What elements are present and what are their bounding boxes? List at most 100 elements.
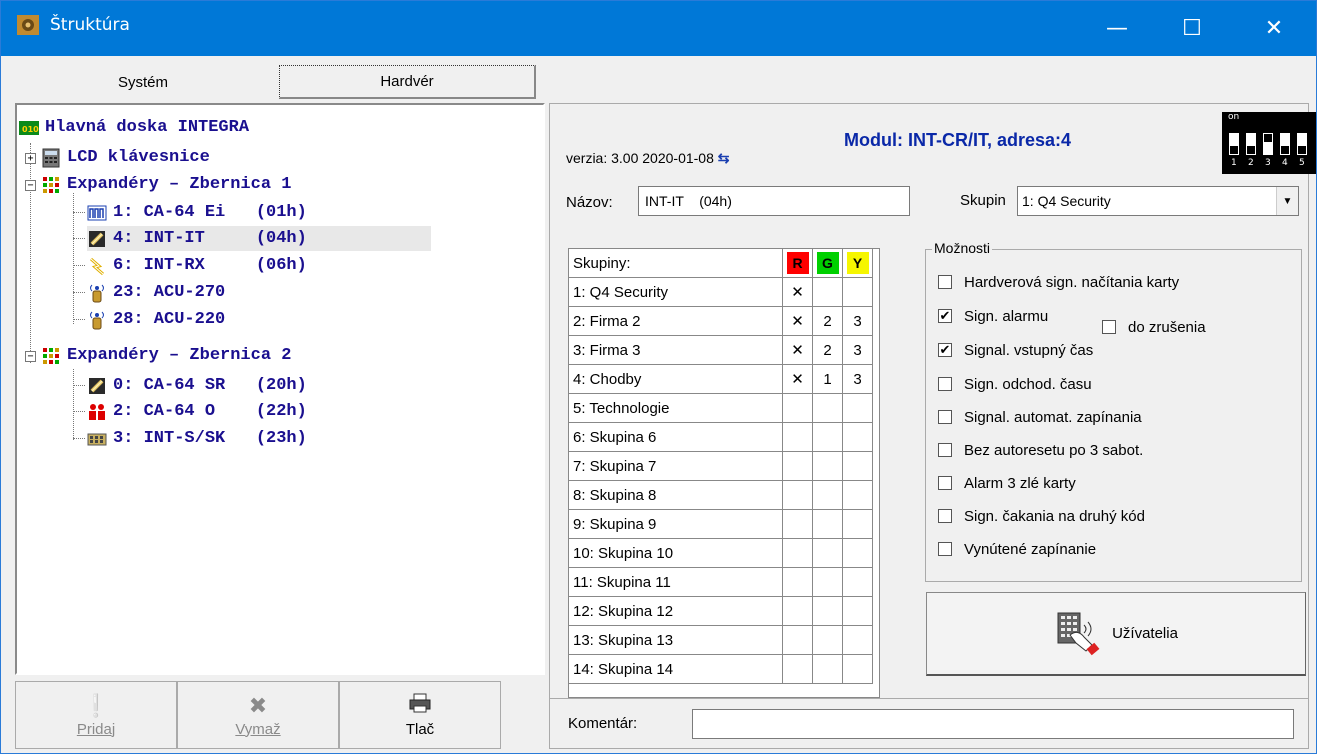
table-row[interactable]: 12: Skupina 12 [569,597,879,626]
table-row[interactable]: 5: Technologie [569,394,879,423]
group-name-cell[interactable]: 13: Skupina 13 [569,626,783,655]
y-cell[interactable] [843,423,873,452]
r-cell[interactable] [783,452,813,481]
y-cell[interactable] [843,626,873,655]
option-checkbox[interactable]: Sign. čakania na druhý kód [938,504,1145,528]
option-checkbox[interactable]: Bez autoresetu po 3 sabot. [938,438,1143,462]
expand-toggle-lcd[interactable]: + [25,153,36,164]
tree-item-acu-220[interactable]: 28: ACU-220 [87,307,225,332]
close-button[interactable]: ✕ [1245,1,1303,56]
g-cell[interactable] [813,278,843,307]
users-button[interactable]: Užívatelia [926,592,1306,676]
tree-item-ca64-ei[interactable]: 1: CA-64 Ei (01h) [87,200,307,225]
checkbox-box[interactable] [938,443,952,457]
option-checkbox[interactable]: Hardverová sign. načítania karty [938,270,1179,294]
g-cell[interactable] [813,568,843,597]
tree-item-ca64-sr[interactable]: 0: CA-64 SR (20h) [87,373,307,398]
option-checkbox[interactable]: ✔ Signal. vstupný čas [938,338,1093,362]
tree-item-int-s-sk[interactable]: 3: INT-S/SK (23h) [87,426,307,451]
g-cell[interactable] [813,597,843,626]
checkbox-box[interactable] [938,275,952,289]
group-name-cell[interactable]: 11: Skupina 11 [569,568,783,597]
checkbox-box[interactable] [938,509,952,523]
y-cell[interactable] [843,568,873,597]
r-cell[interactable] [783,655,813,684]
table-row[interactable]: 2: Firma 2 ✕ 2 3 [569,307,879,336]
name-input[interactable]: INT-IT (04h) [638,186,910,216]
group-select[interactable]: 1: Q4 Security ▼ [1017,186,1299,216]
g-cell[interactable]: 2 [813,336,843,365]
y-cell[interactable] [843,655,873,684]
tree-item-bus-2[interactable]: Expandéry – Zbernica 2 [41,343,291,368]
delete-button[interactable]: ✖ Vymaž [177,681,339,749]
tree-item-lcd-keypads[interactable]: LCD klávesnice [41,145,210,170]
collapse-toggle-bus2[interactable]: − [25,351,36,362]
option-checkbox[interactable]: Alarm 3 zlé karty [938,471,1076,495]
print-button[interactable]: Tlač [339,681,501,749]
r-cell[interactable] [783,394,813,423]
g-cell[interactable] [813,510,843,539]
title-bar[interactable]: Štruktúra — ☐ ✕ [1,1,1316,56]
maximize-button[interactable]: ☐ [1163,1,1221,56]
g-cell[interactable] [813,423,843,452]
g-cell[interactable] [813,452,843,481]
group-name-cell[interactable]: 14: Skupina 14 [569,655,783,684]
y-cell[interactable]: 3 [843,307,873,336]
g-cell[interactable] [813,655,843,684]
r-cell[interactable] [783,423,813,452]
y-cell[interactable] [843,510,873,539]
tab-hardware[interactable]: Hardvér [279,65,536,99]
tree-item-ca64-o[interactable]: 2: CA-64 O (22h) [87,399,307,424]
table-row[interactable]: 13: Skupina 13 [569,626,879,655]
checkbox-box[interactable] [938,476,952,490]
table-row[interactable]: 4: Chodby ✕ 1 3 [569,365,879,394]
table-row[interactable]: 9: Skupina 9 [569,510,879,539]
minimize-button[interactable]: — [1088,1,1146,56]
table-row[interactable]: 11: Skupina 11 [569,568,879,597]
group-name-cell[interactable]: 9: Skupina 9 [569,510,783,539]
r-cell[interactable] [783,481,813,510]
y-cell[interactable] [843,539,873,568]
y-cell[interactable] [843,452,873,481]
option-checkbox[interactable]: Signal. automat. zapínania [938,405,1142,429]
chevron-down-icon[interactable]: ▼ [1276,187,1298,215]
tree-item-bus-1[interactable]: Expandéry – Zbernica 1 [41,172,291,197]
comment-input[interactable] [692,709,1294,739]
add-button[interactable]: ❕ Pridaj [15,681,177,749]
y-cell[interactable] [843,278,873,307]
g-cell[interactable] [813,539,843,568]
g-cell[interactable] [813,481,843,510]
y-cell[interactable]: 3 [843,336,873,365]
g-cell[interactable]: 2 [813,307,843,336]
r-cell[interactable] [783,597,813,626]
r-cell[interactable]: ✕ [783,307,813,336]
r-cell[interactable] [783,568,813,597]
group-name-cell[interactable]: 3: Firma 3 [569,336,783,365]
r-cell[interactable]: ✕ [783,336,813,365]
r-cell[interactable]: ✕ [783,278,813,307]
r-cell[interactable]: ✕ [783,365,813,394]
checkbox-box[interactable]: ✔ [938,343,952,357]
option-checkbox[interactable]: ✔ Sign. alarmu [938,304,1048,328]
y-cell[interactable] [843,597,873,626]
table-row[interactable]: 6: Skupina 6 [569,423,879,452]
g-cell[interactable] [813,626,843,655]
table-row[interactable]: 7: Skupina 7 [569,452,879,481]
group-name-cell[interactable]: 10: Skupina 10 [569,539,783,568]
table-row[interactable]: 8: Skupina 8 [569,481,879,510]
group-name-cell[interactable]: 12: Skupina 12 [569,597,783,626]
group-name-cell[interactable]: 6: Skupina 6 [569,423,783,452]
checkbox-box[interactable] [1102,320,1116,334]
groups-table[interactable]: Skupiny: R G Y 1: Q4 Security ✕ 2: Firma 2… [568,248,880,698]
r-cell[interactable] [783,539,813,568]
group-name-cell[interactable]: 4: Chodby [569,365,783,394]
y-cell[interactable] [843,481,873,510]
y-cell[interactable]: 3 [843,365,873,394]
hardware-tree[interactable]: + − − 010 Hlavná doska INTEGRA LCD kláve… [17,105,543,673]
group-name-cell[interactable]: 7: Skupina 7 [569,452,783,481]
g-cell[interactable] [813,394,843,423]
group-name-cell[interactable]: 8: Skupina 8 [569,481,783,510]
checkbox-box[interactable] [938,542,952,556]
tree-item-int-it[interactable]: 4: INT-IT (04h) [87,226,431,251]
table-row[interactable]: 3: Firma 3 ✕ 2 3 [569,336,879,365]
